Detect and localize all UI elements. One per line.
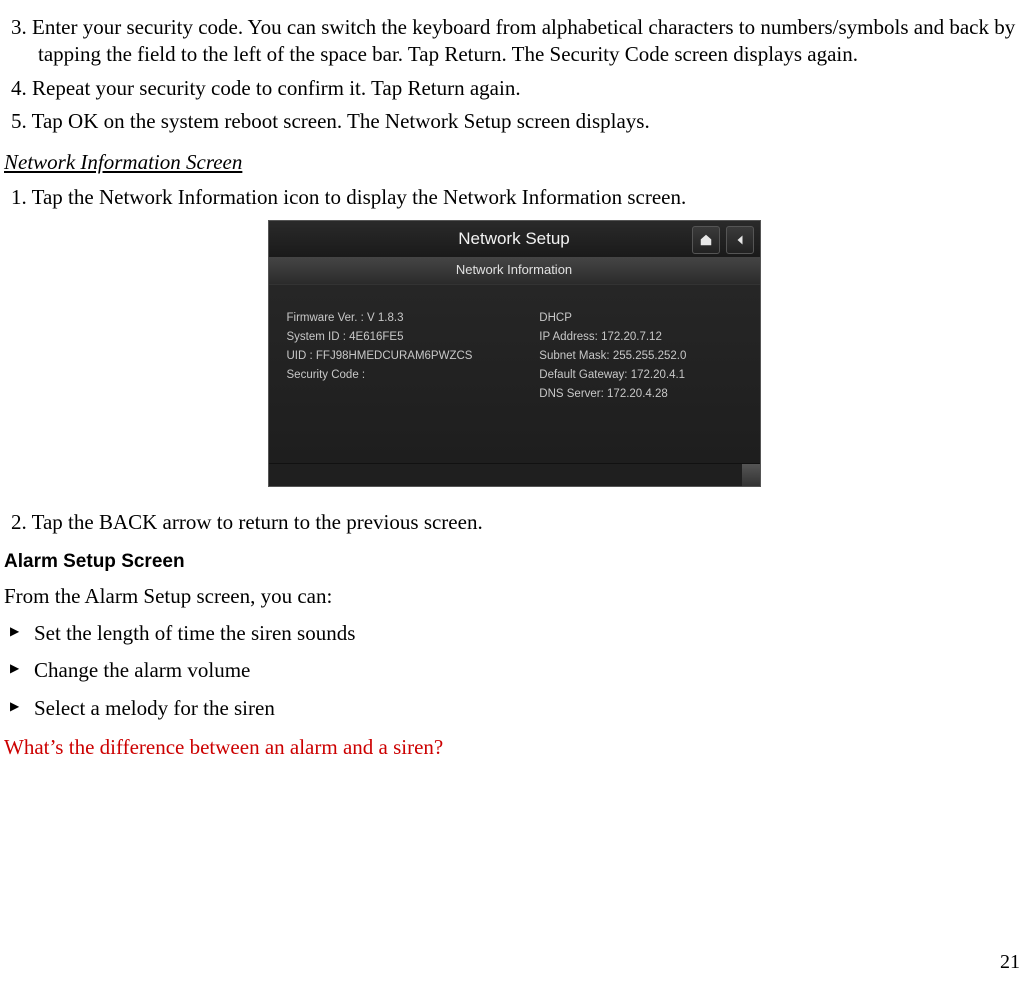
step-4: 4. Repeat your security code to confirm … bbox=[4, 75, 1024, 102]
step-number: 5. bbox=[11, 109, 27, 133]
list-item: ▶Set the length of time the siren sounds bbox=[8, 620, 1024, 647]
device-screen: Network Setup Network Information Firmwa… bbox=[268, 220, 761, 487]
list-item: ▶Select a melody for the siren bbox=[8, 695, 1024, 722]
step-number: 4. bbox=[11, 76, 27, 100]
firmware-row: Firmware Ver. : V 1.8.3 bbox=[287, 311, 540, 326]
network-step-2: 2. Tap the BACK arrow to return to the p… bbox=[4, 509, 1024, 536]
triangle-bullet-icon: ▶ bbox=[10, 624, 19, 640]
list-item: ▶Change the alarm volume bbox=[8, 657, 1024, 684]
info-col-right: DHCP IP Address: 172.20.7.12 Subnet Mask… bbox=[539, 307, 741, 427]
step-text: Tap the Network Information icon to disp… bbox=[32, 185, 687, 209]
step-text: Tap OK on the system reboot screen. The … bbox=[32, 109, 650, 133]
device-subtitle: Network Information bbox=[269, 258, 760, 285]
step-number: 3. bbox=[11, 15, 27, 39]
gateway-row: Default Gateway: 172.20.4.1 bbox=[539, 368, 741, 383]
step-5: 5. Tap OK on the system reboot screen. T… bbox=[4, 108, 1024, 135]
red-question: What’s the difference between an alarm a… bbox=[4, 734, 1024, 761]
step-text: Repeat your security code to confirm it.… bbox=[32, 76, 521, 100]
device-bottom-bar bbox=[269, 463, 760, 486]
home-icon[interactable] bbox=[692, 226, 720, 254]
system-id-row: System ID : 4E616FE5 bbox=[287, 330, 540, 345]
triangle-bullet-icon: ▶ bbox=[10, 699, 19, 715]
step-text: Enter your security code. You can switch… bbox=[32, 15, 1015, 66]
dns-row: DNS Server: 172.20.4.28 bbox=[539, 387, 741, 402]
dhcp-row: DHCP bbox=[539, 311, 741, 326]
step-3: 3. Enter your security code. You can swi… bbox=[4, 14, 1024, 69]
alarm-intro: From the Alarm Setup screen, you can: bbox=[4, 583, 1024, 610]
step-number: 2. bbox=[11, 510, 27, 534]
security-code-row: Security Code : bbox=[287, 368, 540, 383]
step-number: 1. bbox=[11, 185, 27, 209]
network-step-1: 1. Tap the Network Information icon to d… bbox=[4, 184, 1024, 211]
uid-row: UID : FFJ98HMEDCURAM6PWZCS bbox=[287, 349, 540, 364]
bottom-bar-handle bbox=[742, 464, 760, 486]
alarm-setup-heading: Alarm Setup Screen bbox=[4, 550, 1024, 575]
network-info-screenshot: Network Setup Network Information Firmwa… bbox=[4, 220, 1024, 487]
device-title: Network Setup bbox=[458, 228, 570, 250]
triangle-bullet-icon: ▶ bbox=[10, 661, 19, 677]
device-info-area: Firmware Ver. : V 1.8.3 System ID : 4E61… bbox=[269, 285, 760, 463]
titlebar-icons bbox=[692, 226, 754, 254]
back-icon[interactable] bbox=[726, 226, 754, 254]
info-col-left: Firmware Ver. : V 1.8.3 System ID : 4E61… bbox=[287, 307, 540, 427]
page-number: 21 bbox=[1000, 949, 1020, 975]
device-titlebar: Network Setup bbox=[269, 221, 760, 258]
subnet-row: Subnet Mask: 255.255.252.0 bbox=[539, 349, 741, 364]
network-info-heading: Network Information Screen bbox=[4, 149, 1024, 176]
alarm-bullets: ▶Set the length of time the siren sounds… bbox=[4, 620, 1024, 722]
step-text: Tap the BACK arrow to return to the prev… bbox=[32, 510, 483, 534]
ip-row: IP Address: 172.20.7.12 bbox=[539, 330, 741, 345]
